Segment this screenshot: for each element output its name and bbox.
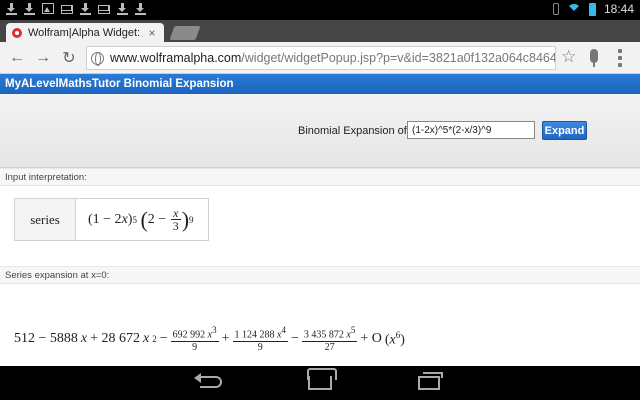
url-host: www.wolframalpha.com — [110, 51, 242, 65]
browser-tab[interactable]: Wolfram|Alpha Widget: × — [6, 23, 164, 42]
forward-button[interactable]: → — [30, 45, 56, 71]
expression-input[interactable] — [407, 121, 535, 139]
overflow-menu-icon[interactable] — [618, 49, 622, 67]
wifi-icon — [566, 4, 581, 14]
address-bar[interactable]: www.wolframalpha.com/widget/widgetPopup.… — [86, 46, 556, 70]
series-fraction-2: 1 124 288 x4 9 — [232, 325, 288, 354]
globe-icon — [91, 51, 104, 66]
download-icon — [135, 3, 146, 15]
mail-icon — [98, 5, 110, 14]
series-fraction-3: 3 435 872 x5 27 — [301, 325, 358, 354]
input-interpretation-pod: series (1 − 2 x) 5 (2 − x 3) 9 — [0, 186, 640, 266]
tab-title: Wolfram|Alpha Widget: — [28, 26, 141, 39]
mail-icon — [61, 5, 73, 14]
status-time: 18:44 — [603, 2, 634, 16]
download-icon — [80, 3, 91, 15]
reload-button[interactable]: ↻ — [56, 45, 82, 71]
download-icon — [24, 3, 35, 15]
browser-toolbar: ← → ↻ www.wolframalpha.com/widget/widget… — [0, 42, 640, 74]
interpretation-formula: (1 − 2 x) 5 (2 − x 3) 9 — [88, 206, 194, 233]
interpretation-label: series — [15, 199, 76, 240]
arrow-left-icon: ← — [9, 48, 25, 66]
wolfram-favicon-icon — [12, 27, 22, 38]
series-term-2: + 28 672 — [90, 331, 141, 347]
form-label: Binomial Expansion of — [298, 125, 407, 137]
android-nav-bar — [0, 366, 640, 400]
back-button[interactable]: ← — [4, 45, 30, 71]
tab-strip: Wolfram|Alpha Widget: × — [0, 20, 640, 42]
interpretation-table: series (1 − 2 x) 5 (2 − x 3) 9 — [14, 198, 209, 241]
battery-icon — [588, 2, 596, 16]
series-expansion-pod: 512 − 5888 x + 28 672 x 2 − 692 992 x3 9 + 1… — [0, 284, 640, 364]
series-formula: 512 − 5888 x + 28 672 x 2 − 692 992 x3 9 + 1… — [14, 325, 405, 354]
image-icon — [42, 3, 54, 14]
url-text: www.wolframalpha.com/widget/widgetPopup.… — [110, 51, 556, 65]
series-term-1: 512 − 5888 — [14, 331, 78, 347]
expand-button[interactable]: Expand — [542, 121, 587, 140]
widget-banner: MyALevelMathsTutor Binomial Expansion — [0, 74, 640, 94]
status-bar: 18:44 — [0, 0, 640, 20]
series-expansion-title: Series expansion at x=0: — [0, 266, 640, 284]
home-nav-icon[interactable] — [308, 376, 332, 390]
series-tail: + O — [360, 331, 382, 347]
bookmark-star-icon[interactable]: ☆ — [561, 47, 576, 67]
status-right: 18:44 — [552, 2, 634, 16]
back-nav-icon[interactable] — [194, 373, 222, 388]
microphone-icon[interactable] — [590, 49, 598, 67]
input-interpretation-title: Input interpretation: — [0, 168, 640, 186]
page-content: MyALevelMathsTutor Binomial Expansion Bi… — [0, 74, 640, 366]
download-icon — [117, 3, 128, 15]
download-icon — [6, 3, 17, 15]
new-tab-button[interactable] — [169, 26, 201, 40]
url-path: /widget/widgetPopup.jsp?p=v&id=3821a0f13… — [241, 51, 556, 65]
bluetooth-icon — [552, 3, 559, 15]
reload-icon: ↻ — [62, 49, 76, 67]
tab-close-icon[interactable]: × — [146, 26, 158, 40]
arrow-right-icon: → — [35, 48, 51, 66]
recent-apps-icon[interactable] — [418, 372, 443, 390]
notification-icons — [6, 3, 146, 15]
series-fraction-1: 692 992 x3 9 — [170, 325, 219, 354]
input-form: Binomial Expansion of Expand — [0, 94, 640, 168]
